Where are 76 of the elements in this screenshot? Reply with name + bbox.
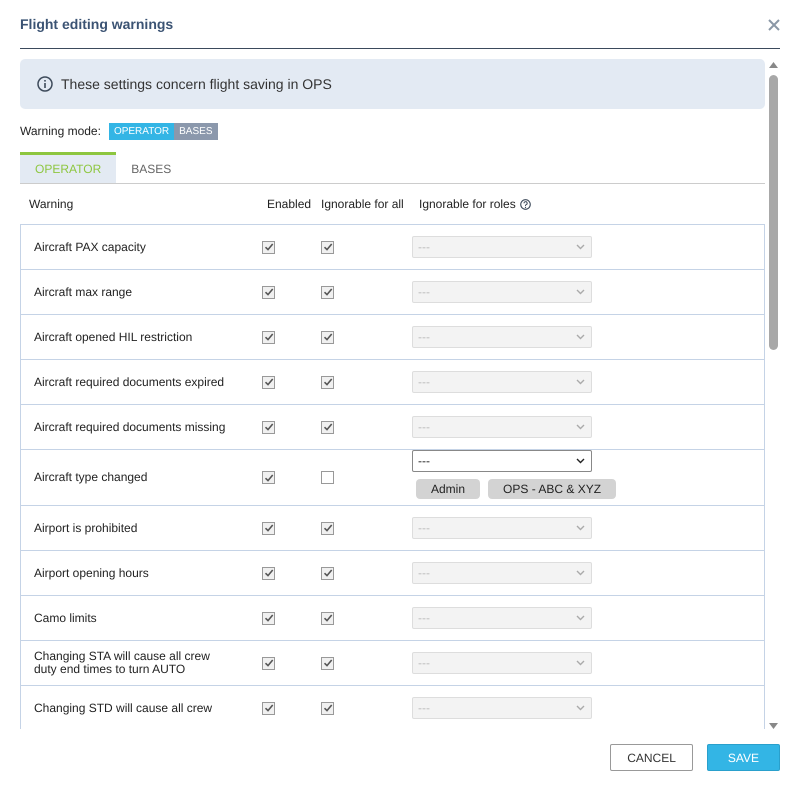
column-header: Warning [28, 197, 74, 211]
column-header: Ignorable for all [321, 197, 405, 211]
ignorable-checkbox[interactable] [321, 566, 334, 580]
enabled-checkbox[interactable] [262, 420, 275, 434]
warning-mode-label: Warning mode: [20, 124, 101, 138]
warning-name: Aircraft required documents missing [33, 420, 226, 434]
warning-mode-option[interactable]: BASES [174, 122, 218, 140]
column-header: Enabled [266, 197, 312, 211]
ignorable-checkbox[interactable] [321, 471, 334, 484]
enabled-checkbox[interactable] [262, 240, 275, 254]
ignorable-checkbox[interactable] [321, 286, 334, 298]
role-chip[interactable]: Admin [416, 479, 480, 499]
info-text: These settings concern flight saving in OPS [61, 76, 332, 92]
enabled-checkbox[interactable] [262, 656, 275, 670]
warning-name: Camo limits [33, 612, 98, 624]
close-icon[interactable] [768, 19, 780, 31]
enabled-checkbox[interactable] [262, 376, 275, 388]
enabled-checkbox[interactable] [262, 471, 275, 484]
tab[interactable]: OPERATOR [20, 152, 116, 183]
ignorable-checkbox[interactable] [321, 330, 334, 344]
enabled-checkbox[interactable] [262, 286, 275, 298]
dialog-title: Flight editing warnings [20, 16, 174, 32]
warning-name: Aircraft opened HIL restriction [33, 330, 194, 344]
caret-icon [576, 615, 585, 621]
ignorable-checkbox[interactable] [321, 656, 334, 670]
caret-icon [576, 244, 585, 250]
warning-name: Aircraft PAX capacity [33, 240, 147, 254]
caret-icon [576, 570, 585, 576]
tab[interactable]: BASES [116, 152, 186, 183]
warning-name: Aircraft max range [33, 286, 134, 298]
save-button[interactable]: SAVE [706, 744, 780, 771]
help-icon[interactable] [520, 198, 531, 210]
roles-select[interactable]: --- [412, 326, 592, 348]
enabled-checkbox[interactable] [262, 330, 275, 344]
roles-select[interactable]: --- [412, 517, 592, 539]
warning-name: Aircraft required documents expired [33, 376, 226, 388]
ignorable-checkbox[interactable] [321, 522, 334, 534]
warning-name: Changing STA will cause all crew duty end times to turn AUTO [33, 650, 211, 676]
roles-select[interactable]: --- [412, 236, 592, 258]
ignorable-checkbox[interactable] [321, 702, 334, 714]
warning-name: Airport opening hours [33, 566, 150, 580]
enabled-checkbox[interactable] [262, 522, 275, 534]
warning-name: Aircraft type changed [33, 471, 148, 484]
roles-select[interactable]: --- [412, 607, 592, 629]
enabled-checkbox[interactable] [262, 702, 275, 714]
caret-icon [576, 424, 585, 430]
roles-select[interactable]: --- [412, 652, 592, 674]
caret-icon [576, 458, 585, 464]
caret-icon [576, 660, 585, 666]
enabled-checkbox[interactable] [262, 612, 275, 624]
warning-name: Changing STD will cause all crew [33, 702, 214, 714]
column-header: Ignorable for roles [419, 197, 516, 211]
warning-name: Airport is prohibited [33, 522, 138, 534]
roles-select[interactable]: --- [412, 697, 592, 719]
ignorable-checkbox[interactable] [321, 420, 334, 434]
roles-select[interactable]: --- [412, 416, 592, 438]
roles-select[interactable]: --- [412, 371, 592, 393]
roles-select[interactable]: --- [412, 281, 592, 303]
info-icon [37, 76, 53, 92]
scroll-up-icon[interactable] [768, 62, 778, 68]
ignorable-checkbox[interactable] [321, 612, 334, 624]
caret-icon [576, 525, 585, 531]
caret-icon [576, 334, 585, 340]
scrollbar-thumb[interactable] [768, 75, 778, 350]
ignorable-checkbox[interactable] [321, 376, 334, 388]
role-chip[interactable]: OPS - ABC & XYZ [488, 479, 616, 499]
cancel-button[interactable]: CANCEL [610, 744, 693, 771]
caret-icon [576, 705, 585, 711]
roles-select[interactable]: --- [412, 562, 592, 584]
scroll-down-icon[interactable] [768, 723, 778, 729]
enabled-checkbox[interactable] [262, 566, 275, 580]
warning-mode-option[interactable]: OPERATOR [108, 122, 174, 140]
caret-icon [576, 379, 585, 385]
roles-select[interactable]: --- [412, 450, 592, 472]
ignorable-checkbox[interactable] [321, 240, 334, 254]
caret-icon [576, 289, 585, 295]
